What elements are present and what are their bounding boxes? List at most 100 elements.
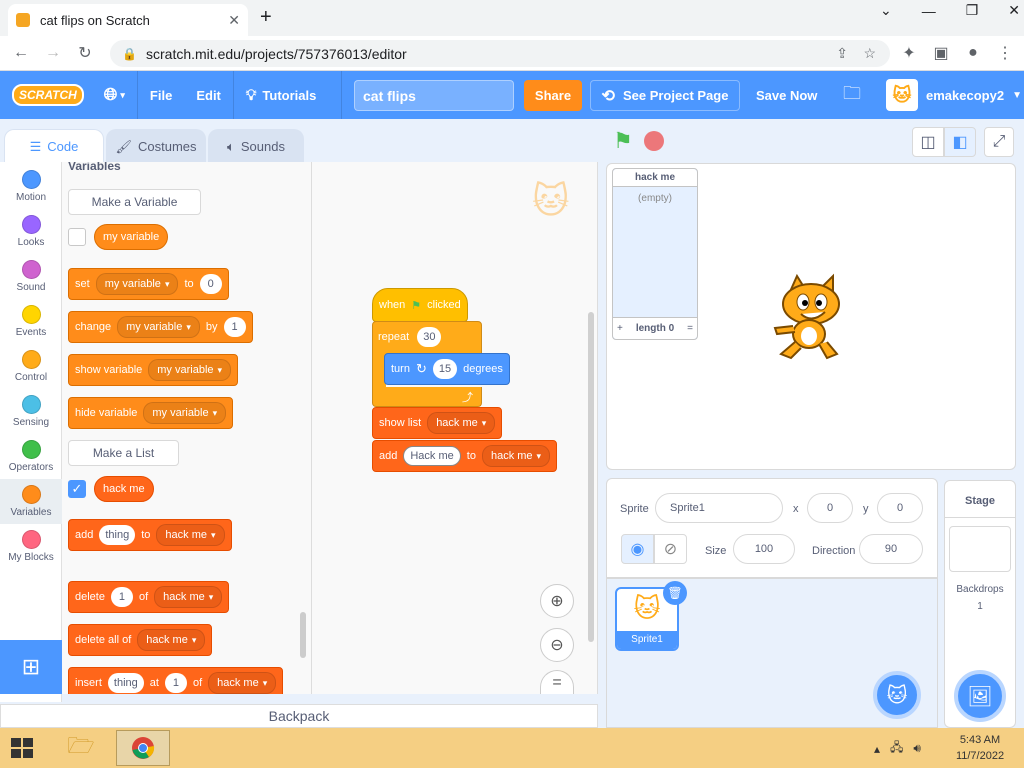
backpack-header[interactable]: Backpack [0,704,598,728]
file-menu[interactable]: File [138,71,184,119]
menu-icon[interactable]: ⋮ [992,40,1018,66]
variable-dropdown[interactable]: my variable [148,359,232,381]
variable-dropdown[interactable]: my variable [143,402,227,424]
volume-icon[interactable]: 🔊︎ [913,741,921,756]
choose-backdrop-button[interactable]: 🖼︎ [954,670,1006,722]
palette-scrollbar[interactable] [300,612,306,658]
minimize-icon[interactable]: — [922,3,936,19]
profile-icon[interactable]: ● [960,40,986,66]
degrees-input[interactable]: 15 [432,359,458,379]
add-extension-button[interactable]: ⊞ [0,640,62,694]
list-dropdown[interactable]: hack me [137,629,206,651]
browser-tab[interactable]: cat flips on Scratch ✕ [8,4,248,36]
back-icon[interactable]: ← [8,40,34,66]
add-to-list-block[interactable]: add thing to hack me [68,519,232,551]
share-button[interactable]: Share [524,80,582,111]
category-motion[interactable]: Motion [0,164,62,209]
zoom-out-icon[interactable]: ⊖ [540,628,574,662]
list-dropdown[interactable]: hack me [427,412,496,434]
address-bar[interactable]: 🔒 scratch.mit.edu/projects/757376013/edi… [110,40,890,67]
restore-icon[interactable]: ❐ [966,2,979,19]
list-add-button[interactable]: + [617,323,623,334]
close-window-icon[interactable]: ✕ [1008,2,1020,19]
language-menu[interactable]: 🌐︎ ▾ [92,71,138,119]
list-dropdown[interactable]: hack me [208,672,277,694]
list-reporter[interactable]: hack me [94,476,154,502]
stop-button[interactable] [644,131,664,151]
repeat-count-input[interactable]: 30 [417,327,442,347]
save-now-button[interactable]: Save Now [748,80,825,111]
sidepanel-icon[interactable]: ▣ [928,40,954,66]
edit-menu[interactable]: Edit [184,71,234,119]
script-scrollbar[interactable] [588,312,594,642]
start-button[interactable] [6,734,38,762]
zoom-in-icon[interactable]: ⊕ [540,584,574,618]
small-stage-button[interactable]: ◫ [912,127,944,157]
show-list-block[interactable]: show list hack me [372,407,503,439]
close-tab-icon[interactable]: ✕ [228,12,240,29]
see-project-page-button[interactable]: ⟲ See Project Page [590,80,740,111]
show-variable-block[interactable]: show variable my variable [68,354,239,386]
direction-input[interactable]: 90 [859,534,923,564]
tab-sounds[interactable]: 🔈︎ Sounds [208,129,304,163]
hide-variable-block[interactable]: hide variable my variable [68,397,234,429]
variable-dropdown[interactable]: my variable [95,273,179,295]
share-page-icon[interactable]: ⇪ [836,45,848,62]
index-input[interactable]: 1 [164,673,187,693]
extensions-icon[interactable]: ✦ [896,40,922,66]
list-dropdown[interactable]: hack me [481,445,551,467]
normal-stage-button[interactable]: ◧ [944,127,976,157]
category-control[interactable]: Control [0,344,62,389]
forward-icon[interactable]: → [40,40,66,66]
variable-dropdown[interactable]: my variable [117,316,200,338]
category-sound[interactable]: Sound [0,254,62,299]
scratch-logo[interactable]: SCRATCH [0,71,92,119]
list-dropdown[interactable]: hack me [154,586,223,608]
choose-sprite-button[interactable]: 🐱︎ [873,671,921,719]
item-input[interactable]: thing [99,525,136,545]
chrome-taskbar-icon[interactable] [116,730,170,766]
make-list-button[interactable]: Make a List [68,440,179,466]
add-to-list-script-block[interactable]: add Hack me to hack me [372,440,558,472]
bookmark-star-icon[interactable]: ☆ [863,45,876,62]
cat-sprite[interactable] [767,272,857,362]
variable-checkbox[interactable] [68,228,86,246]
item-input[interactable]: Hack me [403,446,461,466]
delete-of-list-block[interactable]: delete 1 of hack me [68,581,230,613]
new-tab-icon[interactable]: + [260,6,272,29]
list-dropdown[interactable]: hack me [156,524,225,546]
delete-sprite-button[interactable]: 🗑︎ [663,581,687,605]
tutorials-button[interactable]: 💡︎ Tutorials [234,71,342,119]
x-input[interactable]: 0 [807,493,853,523]
change-variable-block[interactable]: change my variable by 1 [68,311,253,343]
clock[interactable]: 5:43 AM 11/7/2022 [950,732,1010,764]
show-sprite-toggle[interactable]: ◉ [621,534,654,564]
turn-degrees-block[interactable]: turn ↻ 15 degrees [384,353,510,385]
list-monitor[interactable]: hack me (empty) + length 0 = [612,168,698,340]
item-input[interactable]: thing [107,673,144,693]
project-title-input[interactable]: cat flips [354,80,514,111]
zoom-reset-icon[interactable]: = [540,670,574,694]
make-variable-button[interactable]: Make a Variable [68,189,201,215]
when-flag-clicked-block[interactable]: when ⚑ clicked [372,288,468,322]
tab-costumes[interactable]: 🖌︎ Costumes [106,129,206,163]
green-flag-button[interactable]: ⚑ [610,128,636,154]
value-input[interactable]: 0 [199,274,222,294]
my-stuff-folder-icon[interactable]: 🗀 [836,80,868,111]
category-looks[interactable]: Looks [0,209,62,254]
set-variable-block[interactable]: set my variable to 0 [68,268,229,300]
fullscreen-button[interactable]: ⤢ [984,127,1014,157]
variable-reporter[interactable]: my variable [94,224,169,250]
category-operators[interactable]: Operators [0,434,62,479]
size-input[interactable]: 100 [733,534,795,564]
tray-chevron-up-icon[interactable]: ▴ [874,742,880,756]
account-menu[interactable]: 🐱︎ emakecopy2 ▼ [886,78,1022,112]
category-events[interactable]: Events [0,299,62,344]
tab-code[interactable]: ☰ Code [4,129,104,163]
network-icon[interactable]: 🖧︎ [890,738,903,759]
script-area[interactable]: 🐱︎ when ⚑ clicked repeat 30 ⤴ turn ↻ 15 … [312,162,598,694]
sprite-name-input[interactable]: Sprite1 [655,493,783,523]
delete-all-block[interactable]: delete all of hack me [68,624,213,656]
index-input[interactable]: 1 [110,587,133,607]
list-resize-handle[interactable]: = [687,323,693,334]
